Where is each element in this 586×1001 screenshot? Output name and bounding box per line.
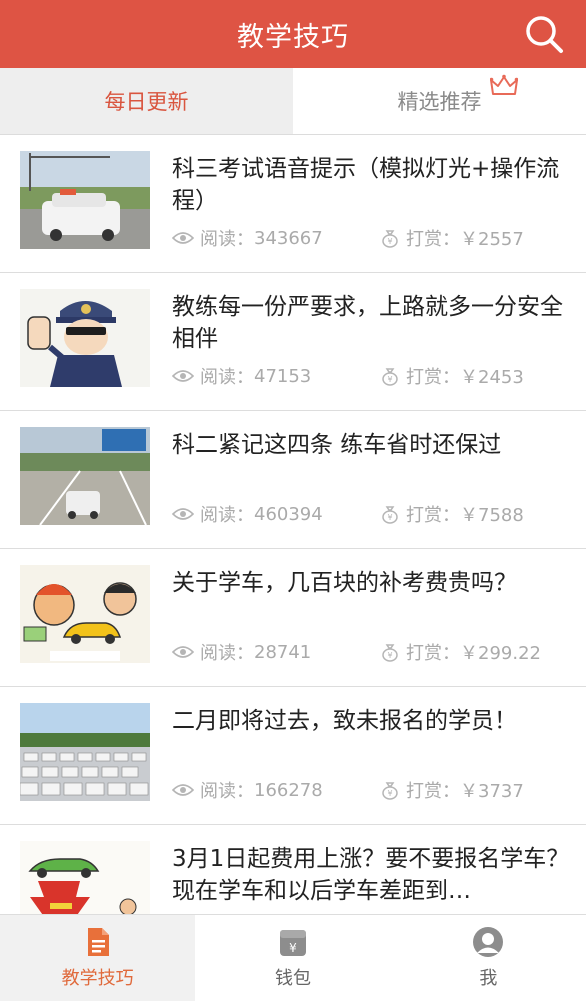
page-title: 教学技巧 bbox=[237, 21, 349, 53]
reward-amount: ¥ 打赏： ￥3737 bbox=[380, 777, 524, 803]
svg-text:¥: ¥ bbox=[387, 237, 392, 246]
nav-wallet[interactable]: ¥ 钱包 bbox=[195, 915, 390, 1001]
list-item[interactable]: 关于学车，几百块的补考费贵吗？ 阅读： 28741 ¥ 打赏： ￥299.22 bbox=[0, 549, 586, 687]
crown-icon bbox=[490, 74, 518, 95]
nav-label: 钱包 bbox=[274, 968, 311, 989]
list-item[interactable]: 科二紧记这四条 练车省时还保过 阅读： 460394 ¥ 打赏： ￥7588 bbox=[0, 411, 586, 549]
moneybag-icon: ¥ bbox=[382, 368, 398, 386]
read-label: 阅读： bbox=[200, 781, 254, 802]
tab-daily-update[interactable]: 每日更新 bbox=[0, 68, 293, 134]
reward-label: 打赏： bbox=[406, 505, 460, 526]
eye-icon bbox=[172, 646, 194, 658]
article-thumbnail bbox=[20, 703, 150, 801]
read-count: 阅读： 166278 bbox=[172, 777, 323, 803]
reward-amount: ¥ 打赏： ￥299.22 bbox=[380, 639, 541, 665]
read-value: 166278 bbox=[254, 779, 323, 801]
reward-value: ￥2557 bbox=[460, 229, 524, 250]
user-icon bbox=[473, 927, 504, 957]
reward-label: 打赏： bbox=[406, 643, 460, 664]
eye-icon bbox=[172, 508, 194, 520]
article-thumbnail bbox=[20, 151, 150, 249]
tab-label: 每日更新 bbox=[104, 90, 189, 114]
nav-label: 我 bbox=[479, 968, 498, 989]
article-title: 3月1日起费用上涨？要不要报名学车？现在学车和以后学车差距到… bbox=[172, 846, 570, 904]
article-thumbnail bbox=[20, 427, 150, 525]
reward-amount: ¥ 打赏： ￥7588 bbox=[380, 501, 524, 527]
article-title: 科三考试语音提示（模拟灯光+操作流程） bbox=[172, 156, 560, 214]
read-label: 阅读： bbox=[200, 229, 254, 250]
article-thumbnail bbox=[20, 841, 150, 915]
wallet-icon: ¥ bbox=[279, 930, 306, 956]
svg-text:¥: ¥ bbox=[387, 651, 392, 660]
read-value: 47153 bbox=[254, 365, 312, 387]
read-count: 阅读： 460394 bbox=[172, 501, 323, 527]
read-value: 460394 bbox=[254, 503, 323, 525]
eye-icon bbox=[172, 784, 194, 796]
read-count: 阅读： 28741 bbox=[172, 639, 311, 665]
reward-value: ￥7588 bbox=[460, 505, 524, 526]
top-bar: 教学技巧 bbox=[0, 0, 586, 68]
article-title: 科二紧记这四条 练车省时还保过 bbox=[172, 432, 502, 458]
read-value: 28741 bbox=[254, 641, 312, 663]
read-label: 阅读： bbox=[200, 367, 254, 388]
read-label: 阅读： bbox=[200, 643, 254, 664]
svg-text:¥: ¥ bbox=[387, 375, 392, 384]
read-label: 阅读： bbox=[200, 505, 254, 526]
reward-amount: ¥ 打赏： ￥2557 bbox=[380, 225, 524, 251]
reward-value: ￥299.22 bbox=[460, 643, 541, 664]
reward-label: 打赏： bbox=[406, 229, 460, 250]
article-thumbnail bbox=[20, 289, 150, 387]
tab-featured[interactable]: 精选推荐 bbox=[293, 68, 586, 134]
list-item[interactable]: 科三考试语音提示（模拟灯光+操作流程） 阅读： 343667 ¥ 打赏： ￥2557 bbox=[0, 135, 586, 273]
article-title: 二月即将过去，致未报名的学员！ bbox=[172, 708, 517, 734]
moneybag-icon: ¥ bbox=[382, 782, 398, 800]
svg-text:¥: ¥ bbox=[289, 941, 297, 955]
tab-label: 精选推荐 bbox=[397, 90, 482, 114]
moneybag-icon: ¥ bbox=[382, 230, 398, 248]
reward-label: 打赏： bbox=[406, 367, 460, 388]
eye-icon bbox=[172, 232, 194, 244]
article-list: 科三考试语音提示（模拟灯光+操作流程） 阅读： 343667 ¥ 打赏： ￥2557… bbox=[0, 135, 586, 915]
reward-value: ￥3737 bbox=[460, 781, 524, 802]
moneybag-icon: ¥ bbox=[382, 506, 398, 524]
eye-icon bbox=[172, 370, 194, 382]
nav-me[interactable]: 我 bbox=[391, 915, 586, 1001]
article-thumbnail bbox=[20, 565, 150, 663]
read-count: 阅读： 343667 bbox=[172, 225, 323, 251]
list-item[interactable]: 教练每一份严要求，上路就多一分安全相伴 阅读： 47153 ¥ 打赏： ￥2453 bbox=[0, 273, 586, 411]
reward-label: 打赏： bbox=[406, 781, 460, 802]
bottom-nav: 教学技巧 ¥ 钱包 我 bbox=[0, 914, 586, 1001]
list-item[interactable]: 3月1日起费用上涨？要不要报名学车？现在学车和以后学车差距到… bbox=[0, 825, 586, 915]
reward-amount: ¥ 打赏： ￥2453 bbox=[380, 363, 524, 389]
list-item[interactable]: 二月即将过去，致未报名的学员！ 阅读： 166278 ¥ 打赏： ￥3737 bbox=[0, 687, 586, 825]
search-icon[interactable] bbox=[520, 10, 568, 58]
nav-label: 教学技巧 bbox=[61, 968, 134, 989]
moneybag-icon: ¥ bbox=[382, 644, 398, 662]
read-value: 343667 bbox=[254, 227, 323, 249]
nav-teaching-tips[interactable]: 教学技巧 bbox=[0, 915, 196, 1001]
article-title: 教练每一份严要求，上路就多一分安全相伴 bbox=[172, 294, 563, 352]
svg-text:¥: ¥ bbox=[387, 789, 392, 798]
read-count: 阅读： 47153 bbox=[172, 363, 311, 389]
svg-text:¥: ¥ bbox=[387, 513, 392, 522]
reward-value: ￥2453 bbox=[460, 367, 524, 388]
document-icon bbox=[87, 928, 109, 956]
article-title: 关于学车，几百块的补考费贵吗？ bbox=[172, 570, 517, 596]
